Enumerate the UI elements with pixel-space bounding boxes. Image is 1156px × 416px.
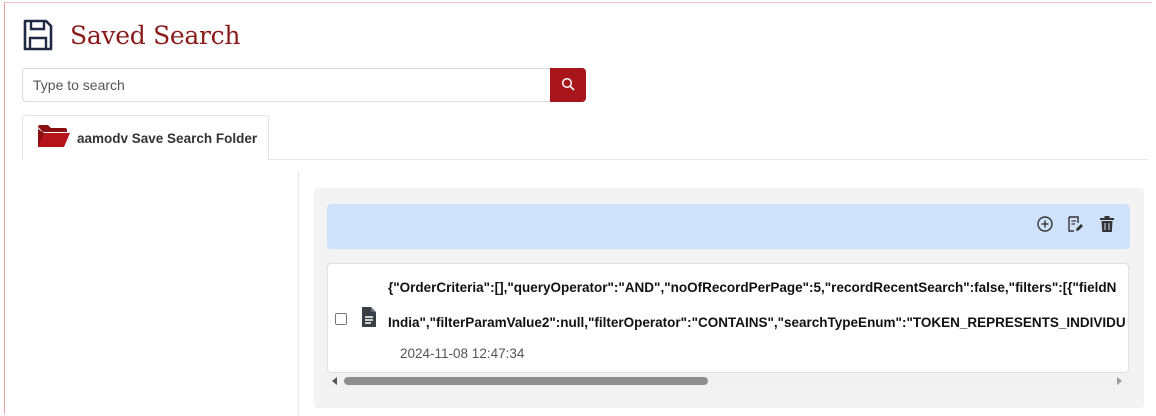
record-toolbar [327,204,1130,249]
record-checkbox[interactable] [335,313,347,325]
page-title: Saved Search [70,20,241,50]
record-timestamp: 2024-11-08 12:47:34 [400,346,525,361]
plus-circle-icon [1036,215,1054,238]
scrollbar-thumb[interactable] [344,377,708,385]
tab-label: aamodv Save Search Folder [77,130,258,146]
saved-search-record[interactable]: {"OrderCriteria":[],"queryOperator":"AND… [327,263,1129,373]
scroll-right-arrow-icon[interactable] [1117,377,1122,385]
document-icon [361,306,377,328]
pane-divider [298,172,299,416]
search-icon [561,77,575,94]
edit-button[interactable] [1065,215,1085,238]
page-header: Saved Search [22,18,240,52]
add-button[interactable] [1035,215,1055,238]
floppy-disk-icon [22,18,54,52]
tabs-divider [268,159,1148,160]
search-input[interactable] [22,68,550,102]
tab-saved-search-folder[interactable]: aamodv Save Search Folder [22,115,269,160]
scroll-left-arrow-icon[interactable] [332,377,337,385]
search-bar [22,68,586,102]
horizontal-scrollbar[interactable] [328,374,1128,388]
folder-open-icon [37,123,71,154]
edit-document-icon [1066,215,1084,238]
record-query-line-2: India","filterParamValue2":null,"filterO… [388,315,1126,330]
trash-icon [1099,215,1115,238]
search-button[interactable] [550,68,586,102]
record-query-line-1: {"OrderCriteria":[],"queryOperator":"AND… [388,280,1117,295]
delete-button[interactable] [1097,215,1117,238]
